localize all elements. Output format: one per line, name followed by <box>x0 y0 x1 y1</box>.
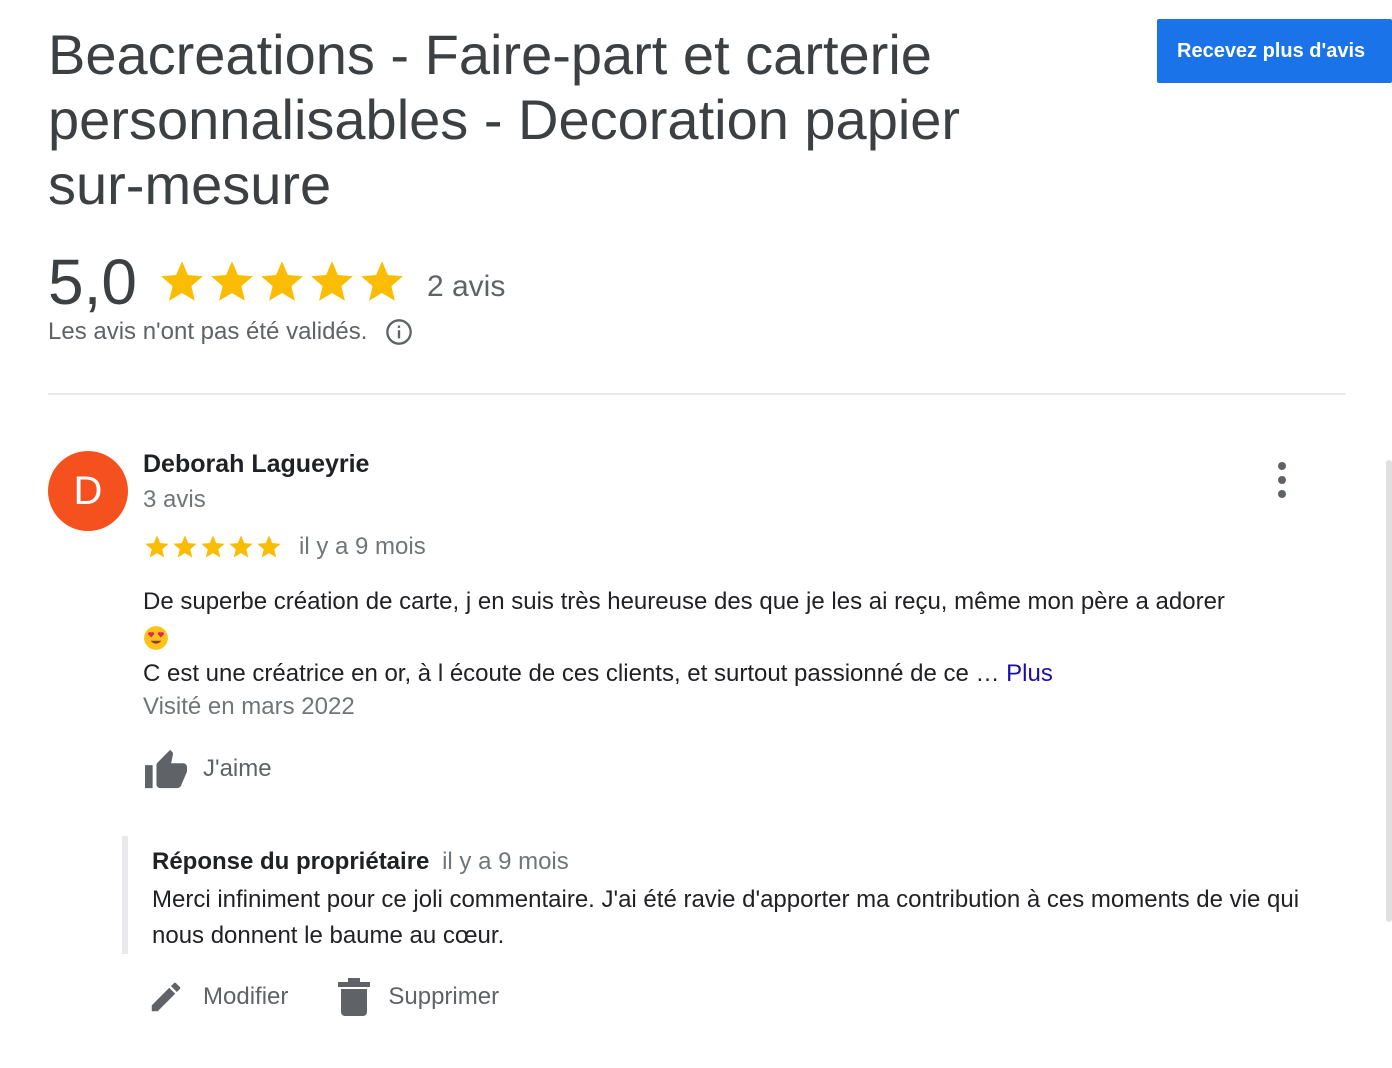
unverified-notice: Les avis n'ont pas été validés. <box>48 318 413 346</box>
get-more-reviews-button[interactable]: Recevez plus d'avis <box>1157 19 1392 83</box>
more-options-icon[interactable] <box>1266 460 1298 500</box>
rating-stars <box>157 257 407 307</box>
star-icon <box>161 261 203 301</box>
review-count: 2 avis <box>426 270 506 303</box>
info-icon[interactable] <box>385 318 413 346</box>
owner-reply-text: Merci infiniment pour ce joli commentair… <box>152 886 1300 949</box>
reviewer-review-count: 3 avis <box>143 486 206 513</box>
star-icon <box>257 535 281 558</box>
star-icon <box>173 535 197 558</box>
star-icon <box>229 535 253 558</box>
owner-reply: Réponse du propriétaire il y a 9 mois Me… <box>122 836 1338 954</box>
edit-label: Modifier <box>203 983 289 1010</box>
edit-button[interactable]: Modifier <box>147 978 288 1016</box>
like-label: J'aime <box>203 755 272 782</box>
trash-icon <box>338 978 371 1016</box>
review-time: il y a 9 mois <box>299 533 426 560</box>
review-meta: il y a 9 mois <box>143 533 426 561</box>
page-title: Beacreations - Faire-part et carterie pe… <box>48 23 961 216</box>
visit-date: Visité en mars 2022 <box>143 693 355 720</box>
delete-label: Supprimer <box>388 983 500 1010</box>
review-text-line2: C est une créatrice en or, à l écoute de… <box>143 660 1000 687</box>
unverified-text: Les avis n'ont pas été validés. <box>48 318 368 345</box>
divider <box>48 393 1346 395</box>
thumbs-up-icon <box>145 749 187 789</box>
read-more-link[interactable]: Plus <box>1006 660 1053 687</box>
heart-eyes-emoji-icon <box>143 620 169 656</box>
star-icon <box>361 261 403 301</box>
reviewer-name[interactable]: Deborah Lagueyrie <box>143 450 369 479</box>
delete-button[interactable]: Supprimer <box>338 978 499 1016</box>
rating-summary: 5,0 2 avis <box>48 244 505 320</box>
owner-reply-label: Réponse du propriétaire <box>152 848 430 875</box>
star-icon <box>211 261 253 301</box>
rating-score: 5,0 <box>48 246 137 318</box>
scrollbar[interactable] <box>1386 460 1392 922</box>
reply-actions: Modifier Supprimer <box>147 978 499 1016</box>
owner-reply-time: il y a 9 mois <box>442 848 569 875</box>
star-icon <box>145 535 169 558</box>
star-icon <box>261 261 303 301</box>
like-button[interactable]: J'aime <box>143 748 272 790</box>
review-stars <box>143 533 283 561</box>
review-text: De superbe création de carte, j en suis … <box>143 584 1333 692</box>
star-icon <box>201 535 225 558</box>
owner-reply-header: Réponse du propriétaire il y a 9 mois <box>152 848 569 876</box>
avatar[interactable]: D <box>48 451 128 531</box>
pencil-icon <box>151 982 181 1012</box>
star-icon <box>311 261 353 301</box>
review-text-line1: De superbe création de carte, j en suis … <box>143 588 1225 615</box>
